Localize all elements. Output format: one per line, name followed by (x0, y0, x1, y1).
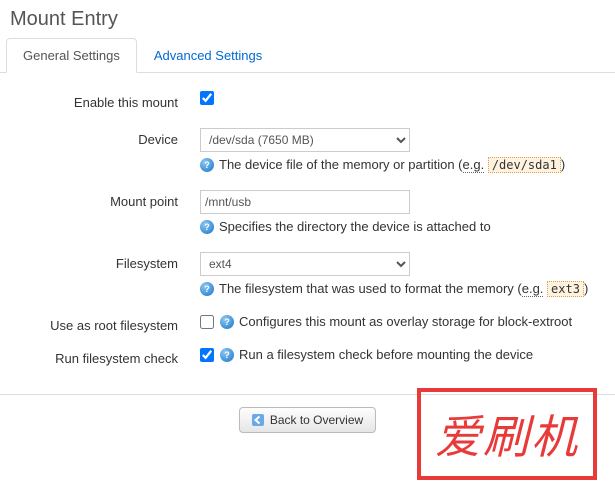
label-mount-point: Mount point (10, 190, 200, 209)
hint-filesystem: ? The filesystem that was used to format… (200, 281, 605, 296)
select-device[interactable]: /dev/sda (7650 MB) (200, 128, 410, 152)
footer: Back to Overview (0, 394, 615, 441)
hint-mount-point-text: Specifies the directory the device is at… (219, 219, 491, 234)
tab-bar: General Settings Advanced Settings (0, 37, 615, 73)
help-icon: ? (200, 158, 214, 172)
tab-advanced-settings[interactable]: Advanced Settings (137, 38, 279, 73)
hint-root-filesystem: ? Configures this mount as overlay stora… (220, 314, 572, 329)
hint-device-text: The device file of the memory or partiti… (219, 157, 463, 172)
hint-fsck: ? Run a filesystem check before mounting… (220, 347, 533, 362)
hint-fsck-text: Run a filesystem check before mounting t… (239, 347, 533, 362)
hint-device: ? The device file of the memory or parti… (200, 157, 605, 172)
label-fsck: Run filesystem check (10, 347, 200, 366)
help-icon: ? (200, 282, 214, 296)
label-filesystem: Filesystem (10, 252, 200, 271)
select-filesystem[interactable]: ext4 (200, 252, 410, 276)
hint-device-code: /dev/sda1 (488, 157, 561, 173)
back-to-overview-button[interactable]: Back to Overview (239, 407, 376, 433)
help-icon: ? (220, 315, 234, 329)
hint-mount-point: ? Specifies the directory the device is … (200, 219, 605, 234)
checkbox-fsck[interactable] (200, 348, 214, 362)
page-title: Mount Entry (0, 0, 615, 37)
help-icon: ? (220, 348, 234, 362)
tab-general-settings[interactable]: General Settings (6, 38, 137, 73)
input-mount-point[interactable] (200, 190, 410, 214)
hint-root-filesystem-text: Configures this mount as overlay storage… (239, 314, 572, 329)
form-general-settings: Enable this mount Device /dev/sda (7650 … (0, 73, 615, 394)
checkbox-enable-mount[interactable] (200, 91, 214, 105)
label-device: Device (10, 128, 200, 147)
hint-filesystem-post: ) (584, 281, 588, 296)
back-to-overview-label: Back to Overview (270, 413, 363, 427)
hint-filesystem-code: ext3 (547, 281, 584, 297)
label-enable-mount: Enable this mount (10, 91, 200, 110)
hint-device-post: ) (561, 157, 565, 172)
back-arrow-icon (252, 414, 264, 426)
hint-filesystem-eg: e.g. (522, 281, 544, 297)
help-icon: ? (200, 220, 214, 234)
hint-filesystem-text: The filesystem that was used to format t… (219, 281, 522, 296)
label-root-filesystem: Use as root filesystem (10, 314, 200, 333)
hint-device-eg: e.g. (463, 157, 485, 173)
checkbox-root-filesystem[interactable] (200, 315, 214, 329)
